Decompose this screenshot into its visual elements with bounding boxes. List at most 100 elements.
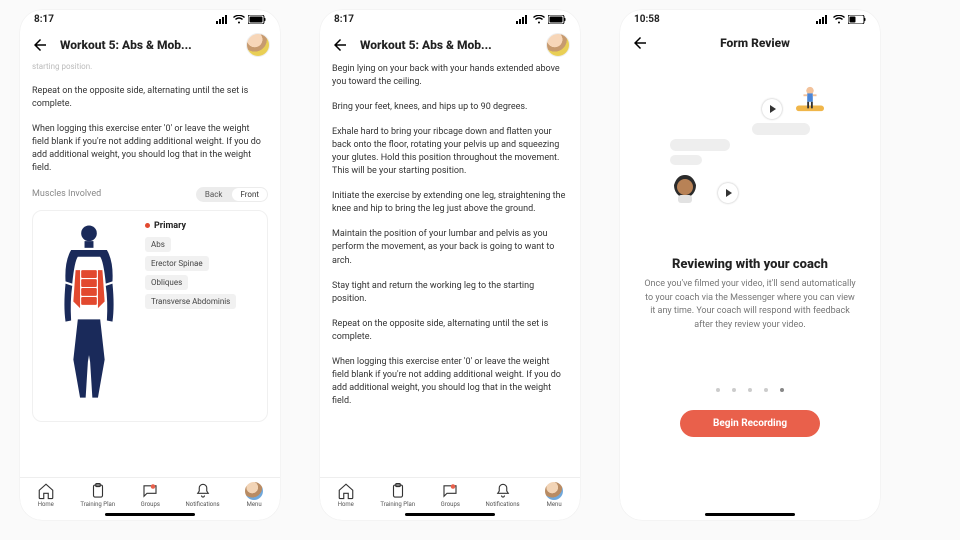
bell-icon (494, 482, 512, 500)
cutoff-text: starting position. (32, 63, 268, 73)
section-label: Muscles Involved (32, 189, 101, 199)
home-indicator[interactable] (405, 513, 495, 516)
muscles-section-header: Muscles Involved Back Front (32, 187, 268, 202)
status-time: 8:17 (34, 14, 54, 25)
tab-home[interactable]: Home (337, 482, 355, 508)
page-title: Form Review (660, 36, 870, 50)
review-description: Once you've filmed your video, it'll sen… (640, 278, 860, 332)
battery-icon (848, 15, 866, 24)
primary-label-text: Primary (154, 221, 186, 231)
back-button[interactable] (330, 35, 350, 55)
play-button[interactable] (762, 99, 782, 119)
screen-workout-instructions: 8:17 Workout 5: Abs & Mob... Begin lying… (320, 10, 580, 520)
tab-groups[interactable]: Groups (441, 482, 460, 508)
clipboard-icon (389, 482, 407, 500)
instruction-paragraph: When logging this exercise enter '0' or … (32, 123, 268, 175)
play-button[interactable] (718, 183, 738, 203)
menu-avatar-icon (245, 482, 263, 500)
tab-home[interactable]: Home (37, 482, 55, 508)
tab-label: Groups (441, 501, 460, 508)
wifi-icon (233, 15, 245, 24)
content-area: Begin lying on your back with your hands… (320, 63, 580, 477)
status-bar: 10:58 (620, 10, 880, 25)
status-bar: 8:17 (20, 10, 280, 25)
home-indicator[interactable] (105, 513, 195, 516)
illustration-block (640, 79, 860, 249)
muscle-list: Primary Abs Erector Spinae Obliques Tran… (145, 221, 236, 411)
muscle-card: Primary Abs Erector Spinae Obliques Tran… (32, 210, 268, 422)
tab-bar: Home Training Plan Groups Notifications … (20, 477, 280, 510)
tab-label: Menu (547, 501, 562, 508)
page-dot (764, 388, 768, 392)
status-bar: 8:17 (320, 10, 580, 25)
page-dot-active (780, 388, 784, 392)
signal-icon (816, 15, 830, 24)
tab-menu[interactable]: Menu (245, 482, 263, 508)
clipboard-icon (89, 482, 107, 500)
coach-avatar[interactable] (246, 33, 270, 57)
home-icon (37, 482, 55, 500)
instruction-paragraph: Maintain the position of your lumbar and… (332, 228, 568, 267)
begin-recording-button[interactable]: Begin Recording (680, 410, 820, 437)
tab-label: Menu (247, 501, 262, 508)
content-area: Reviewing with your coach Once you've fi… (620, 59, 880, 510)
wifi-icon (833, 15, 845, 24)
status-right (516, 15, 566, 24)
signal-icon (216, 15, 230, 24)
page-dot (716, 388, 720, 392)
person-lifting-icon (796, 85, 824, 113)
arrow-left-icon (31, 36, 49, 54)
home-icon (337, 482, 355, 500)
instruction-paragraph: Stay tight and return the working leg to… (332, 280, 568, 306)
battery-icon (548, 15, 566, 24)
instruction-paragraph: Initiate the exercise by extending one l… (332, 190, 568, 216)
nav-bar: Workout 5: Abs & Mob... (20, 25, 280, 63)
page-title: Workout 5: Abs & Mob... (60, 38, 236, 52)
battery-icon (248, 15, 266, 24)
tab-groups[interactable]: Groups (141, 482, 160, 508)
chat-icon (141, 482, 159, 500)
tab-menu[interactable]: Menu (545, 482, 563, 508)
tab-notifications[interactable]: Notifications (186, 482, 220, 508)
status-time: 8:17 (334, 14, 354, 25)
coach-avatar[interactable] (546, 33, 570, 57)
tab-label: Groups (141, 501, 160, 508)
page-dot (732, 388, 736, 392)
tab-label: Home (338, 501, 354, 508)
instruction-paragraph: Exhale hard to bring your ribcage down a… (332, 126, 568, 178)
toggle-back[interactable]: Back (196, 187, 232, 202)
page-title: Workout 5: Abs & Mob... (360, 38, 536, 52)
instruction-paragraph: Repeat on the opposite side, alternating… (32, 85, 268, 111)
chat-bubble (670, 139, 730, 151)
tab-training[interactable]: Training Plan (380, 482, 415, 508)
chat-bubble (670, 155, 702, 165)
tab-label: Home (38, 501, 54, 508)
toggle-front[interactable]: Front (232, 188, 267, 201)
nav-bar: Form Review (620, 25, 880, 59)
instruction-paragraph: Repeat on the opposite side, alternating… (332, 318, 568, 344)
tab-label: Notifications (486, 501, 520, 508)
page-dot (748, 388, 752, 392)
front-back-toggle[interactable]: Back Front (196, 187, 268, 202)
status-right (816, 15, 866, 24)
muscle-chip: Abs (145, 237, 171, 252)
review-title: Reviewing with your coach (640, 257, 860, 272)
tab-training[interactable]: Training Plan (80, 482, 115, 508)
muscle-chip: Obliques (145, 275, 188, 290)
status-time: 10:58 (634, 14, 660, 25)
back-button[interactable] (30, 35, 50, 55)
home-indicator[interactable] (705, 513, 795, 516)
coach-illustration-icon (668, 171, 702, 205)
tab-notifications[interactable]: Notifications (486, 482, 520, 508)
screen-workout-muscles: 8:17 Workout 5: Abs & Mob... starting po… (20, 10, 280, 520)
back-button[interactable] (630, 33, 650, 53)
tab-label: Training Plan (380, 501, 415, 508)
content-area: starting position. Repeat on the opposit… (20, 63, 280, 477)
muscle-chip: Transverse Abdominis (145, 294, 236, 309)
chat-icon (441, 482, 459, 500)
arrow-left-icon (631, 34, 649, 52)
instruction-paragraph: Begin lying on your back with your hands… (332, 63, 568, 89)
page-indicator[interactable] (640, 388, 860, 392)
chat-bubble (752, 123, 810, 135)
primary-label: Primary (145, 221, 236, 231)
